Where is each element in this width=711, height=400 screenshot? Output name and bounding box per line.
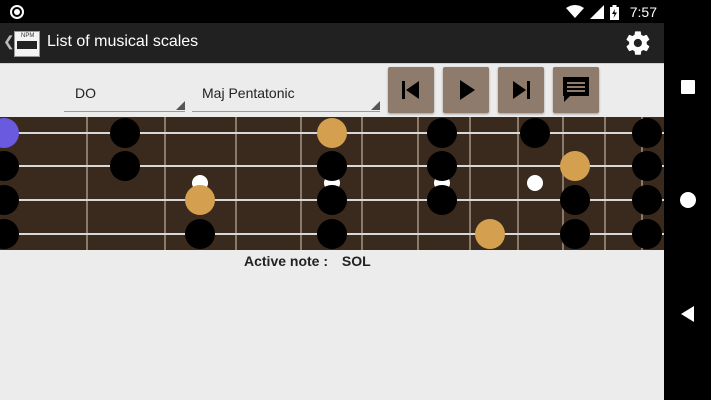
back-icon[interactable] [681, 306, 694, 322]
note-marker [427, 185, 457, 215]
note-marker [317, 151, 347, 181]
app-logo-icon: NPM [14, 31, 40, 57]
active-note-value: SOL [341, 253, 371, 269]
status-icons [566, 3, 619, 21]
battery-charging-icon [610, 4, 619, 20]
active-note-marker [0, 118, 19, 148]
screen: 7:57 ❮ NPM List of musical scales DO Maj [0, 0, 711, 400]
fret-wire [235, 117, 237, 250]
settings-button[interactable] [624, 29, 652, 57]
chevron-left-icon[interactable]: ❮ [3, 33, 15, 50]
divider [0, 63, 664, 64]
fret-wire [517, 117, 519, 250]
fret-wire [300, 117, 302, 250]
fret-wire [361, 117, 363, 250]
highlighted-note-marker [317, 118, 347, 148]
status-bar: 7:57 [0, 0, 711, 23]
note-marker [0, 185, 19, 215]
scale-dropdown[interactable]: Maj Pentatonic [192, 78, 380, 112]
highlighted-note-marker [560, 151, 590, 181]
note-marker [317, 219, 347, 249]
skip-previous-icon [402, 81, 419, 99]
note-marker [427, 151, 457, 181]
fret-wire [164, 117, 166, 250]
fret-wire [417, 117, 419, 250]
recents-icon[interactable] [681, 80, 695, 94]
note-marker [632, 151, 662, 181]
note-marker [632, 185, 662, 215]
note-marker [0, 151, 19, 181]
gear-icon [626, 31, 650, 55]
fretboard-canvas [0, 117, 664, 250]
fret-wire [469, 117, 471, 250]
message-icon [563, 77, 589, 102]
signal-icon [590, 5, 604, 19]
highlighted-note-marker [185, 185, 215, 215]
active-note-label: Active note : [244, 253, 329, 269]
app-bar: ❮ NPM List of musical scales [0, 23, 664, 63]
note-marker [110, 151, 140, 181]
note-marker [0, 219, 19, 249]
root-note-dropdown[interactable]: DO [64, 78, 185, 112]
active-note-readout: Active note : SOL [244, 253, 371, 269]
fret-inlay-dot [527, 175, 543, 191]
root-note-value: DO [75, 85, 96, 101]
note-marker [185, 219, 215, 249]
home-icon[interactable] [680, 192, 696, 208]
note-marker [427, 118, 457, 148]
note-marker [520, 118, 550, 148]
previous-button[interactable] [388, 67, 434, 113]
scale-value: Maj Pentatonic [202, 85, 295, 101]
wifi-icon [566, 5, 584, 18]
next-button[interactable] [498, 67, 544, 113]
highlighted-note-marker [475, 219, 505, 249]
message-button[interactable] [553, 67, 599, 113]
fretboard [0, 117, 664, 250]
fret-wire [604, 117, 606, 250]
navigation-bar [664, 23, 711, 400]
dropdown-arrow-icon [176, 101, 185, 110]
note-marker [317, 185, 347, 215]
page-title: List of musical scales [47, 33, 199, 50]
app-logo-text: NPM [21, 33, 35, 39]
note-marker [632, 219, 662, 249]
note-marker [110, 118, 140, 148]
skip-next-icon [513, 81, 530, 99]
note-marker [632, 118, 662, 148]
app-window: ❮ NPM List of musical scales DO Maj Pent… [0, 23, 664, 400]
note-marker [560, 219, 590, 249]
status-time: 7:57 [629, 4, 657, 20]
play-button[interactable] [443, 67, 489, 113]
fret-wire [86, 117, 88, 250]
dropdown-arrow-icon [371, 101, 380, 110]
circle-notification-icon [10, 5, 24, 19]
note-marker [560, 185, 590, 215]
play-icon [460, 80, 475, 100]
